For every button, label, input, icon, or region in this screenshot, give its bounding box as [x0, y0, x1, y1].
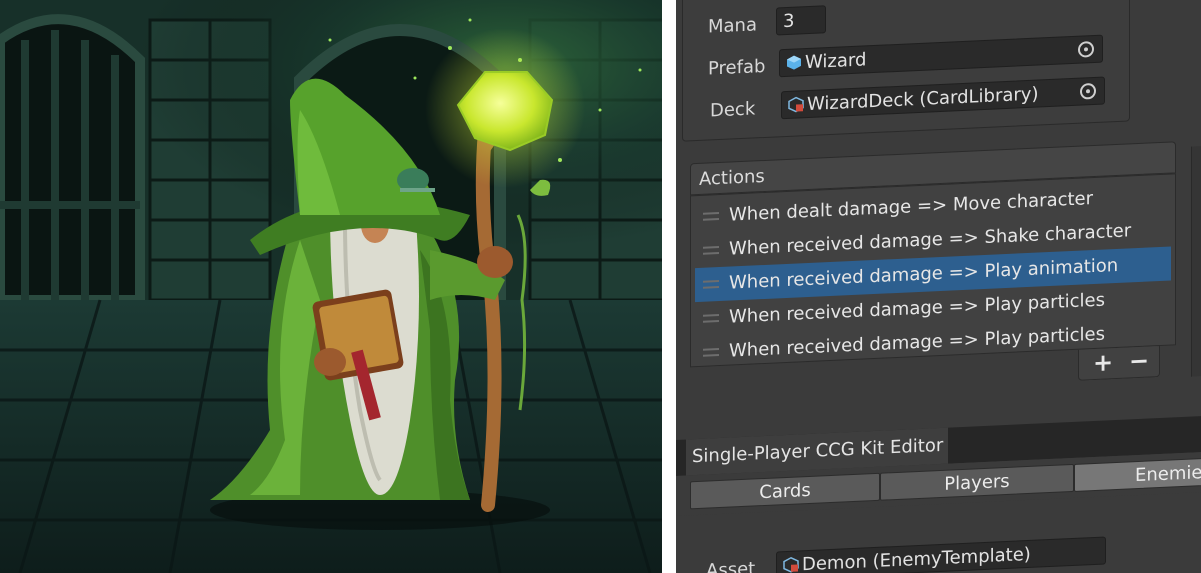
drag-handle-icon[interactable]: [703, 314, 719, 323]
dungeon-scene: [0, 0, 676, 573]
actions-list: When dealt damage => Move character When…: [690, 173, 1176, 368]
editor-panel: Mana 3 Prefab Wizard Deck WizardDeck (Ca…: [676, 0, 1201, 573]
object-picker-icon[interactable]: [1078, 41, 1094, 58]
list-footer: + −: [1078, 346, 1160, 381]
drag-handle-icon[interactable]: [703, 212, 719, 221]
mana-label: Mana: [708, 14, 757, 38]
add-icon[interactable]: +: [1093, 348, 1113, 377]
side-panel-edge: [1191, 144, 1201, 377]
scriptable-object-icon: [783, 556, 799, 573]
mana-field[interactable]: 3: [776, 5, 826, 36]
editor-panel-area: Mana 3 Prefab Wizard Deck WizardDeck (Ca…: [662, 0, 1201, 573]
asset-field[interactable]: Demon (EnemyTemplate): [776, 536, 1106, 573]
asset-value: Demon (EnemyTemplate): [802, 543, 1031, 573]
prefab-label: Prefab: [708, 55, 766, 80]
remove-icon[interactable]: −: [1129, 347, 1149, 376]
prefab-cube-icon: [787, 55, 801, 70]
prefab-value: Wizard: [805, 49, 867, 74]
drag-handle-icon[interactable]: [703, 280, 719, 289]
scriptable-object-icon: [788, 96, 804, 113]
drag-handle-icon[interactable]: [703, 246, 719, 255]
wizard-illustration: [0, 0, 676, 573]
asset-label: Asset: [706, 558, 756, 573]
drag-handle-icon[interactable]: [703, 348, 719, 357]
object-picker-icon[interactable]: [1080, 82, 1096, 100]
deck-label: Deck: [710, 98, 756, 122]
